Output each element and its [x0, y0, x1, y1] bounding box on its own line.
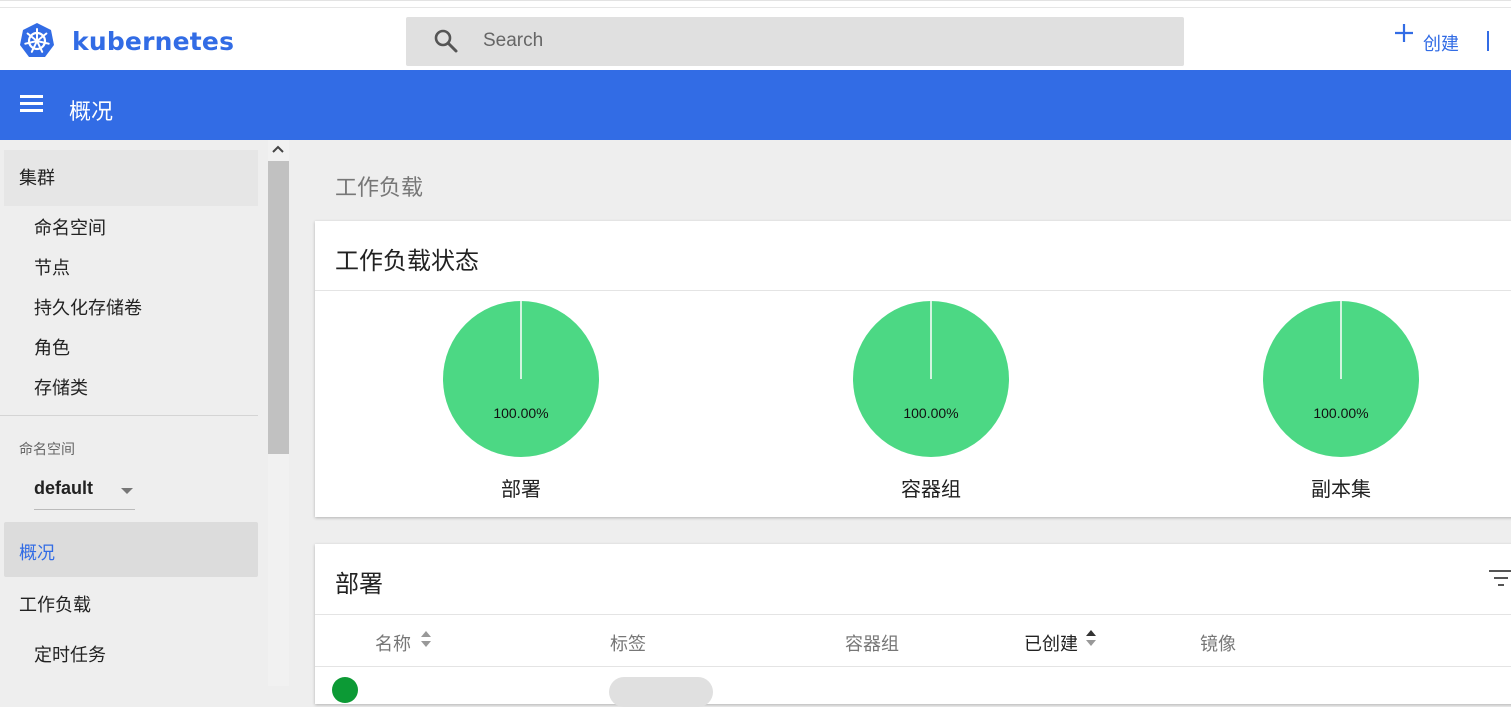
- sidebar-item-cron-jobs[interactable]: 定时任务: [34, 641, 106, 667]
- column-header-images: 镜像: [1200, 634, 1236, 654]
- main-content: 工作负载 工作负载状态 100.00% 部署 100.00% 容器组 100.0…: [290, 140, 1511, 707]
- app-name[interactable]: kubernetes: [72, 27, 234, 56]
- sidebar-divider: [0, 415, 258, 416]
- card-divider: [315, 614, 1511, 615]
- sidebar-item-nodes[interactable]: 节点: [34, 254, 70, 280]
- sidebar-item-overview[interactable]: 概况: [4, 522, 258, 577]
- top-bar: kubernetes 创建: [0, 0, 1511, 70]
- label-chip: [609, 677, 713, 707]
- filter-icon[interactable]: [1487, 568, 1511, 588]
- search-icon: [434, 29, 458, 53]
- sidebar-item-workloads[interactable]: 工作负载: [4, 577, 258, 633]
- kubernetes-logo-icon[interactable]: [18, 22, 56, 60]
- sidebar-item-overview-label: 概况: [19, 543, 55, 563]
- column-header-labels: 标签: [610, 634, 646, 654]
- card-title: 工作负载状态: [335, 248, 479, 275]
- search-box[interactable]: [406, 17, 1184, 66]
- sidebar-item-namespaces[interactable]: 命名空间: [34, 214, 106, 240]
- column-header-name[interactable]: 名称: [375, 630, 411, 656]
- create-label: 创建: [1423, 34, 1459, 54]
- sidebar-scroll-thumb[interactable]: [268, 161, 289, 454]
- pie-label-replica-sets: 副本集: [1311, 479, 1371, 501]
- scroll-up-icon[interactable]: [271, 144, 285, 154]
- sidebar: 集群 命名空间 节点 持久化存储卷 角色 存储类 命名空间 default 概况…: [0, 140, 290, 686]
- sort-icon[interactable]: [420, 630, 432, 648]
- workload-status-card: 工作负载状态 100.00% 部署 100.00% 容器组 100.00% 副本…: [315, 221, 1511, 517]
- pie-percent: 100.00%: [493, 405, 549, 421]
- sidebar-item-cluster[interactable]: 集群: [4, 150, 258, 206]
- sidebar-item-roles[interactable]: 角色: [34, 334, 70, 360]
- column-header-pods: 容器组: [845, 634, 899, 654]
- card-title: 部署: [335, 571, 383, 598]
- pie-percent: 100.00%: [903, 405, 959, 421]
- plus-icon: [1395, 24, 1413, 42]
- pie-percent: 100.00%: [1313, 405, 1369, 421]
- pie-chart-pods[interactable]: [851, 299, 1011, 459]
- chevron-down-icon: [121, 488, 133, 494]
- sort-icon[interactable]: [1085, 629, 1097, 647]
- pie-chart-deployments[interactable]: [441, 299, 601, 459]
- sidebar-item-persistent-volumes[interactable]: 持久化存储卷: [34, 294, 142, 320]
- pie-chart-replica-sets[interactable]: [1261, 299, 1421, 459]
- pie-label-pods: 容器组: [901, 479, 961, 501]
- namespace-label: 命名空间: [19, 441, 75, 457]
- namespace-select[interactable]: default: [34, 476, 135, 510]
- section-title: 工作负载: [335, 175, 424, 200]
- pie-label-deployments: 部署: [501, 479, 541, 501]
- menu-icon[interactable]: [20, 95, 43, 112]
- table-row-divider: [315, 666, 1511, 667]
- namespace-value: default: [34, 478, 94, 498]
- title-bar: 概况: [0, 70, 1511, 140]
- deployments-card: 部署 名称 标签 容器组 已创建 镜像: [315, 544, 1511, 707]
- top-line: [0, 7, 1511, 8]
- sidebar-item-storage-classes[interactable]: 存储类: [34, 374, 88, 400]
- toolbar-divider: [1487, 31, 1489, 51]
- card-divider: [315, 290, 1511, 291]
- search-input[interactable]: [483, 26, 1163, 56]
- status-ok-icon: [332, 677, 358, 703]
- column-header-created[interactable]: 已创建: [1024, 630, 1078, 656]
- page-heading: 概况: [69, 99, 114, 124]
